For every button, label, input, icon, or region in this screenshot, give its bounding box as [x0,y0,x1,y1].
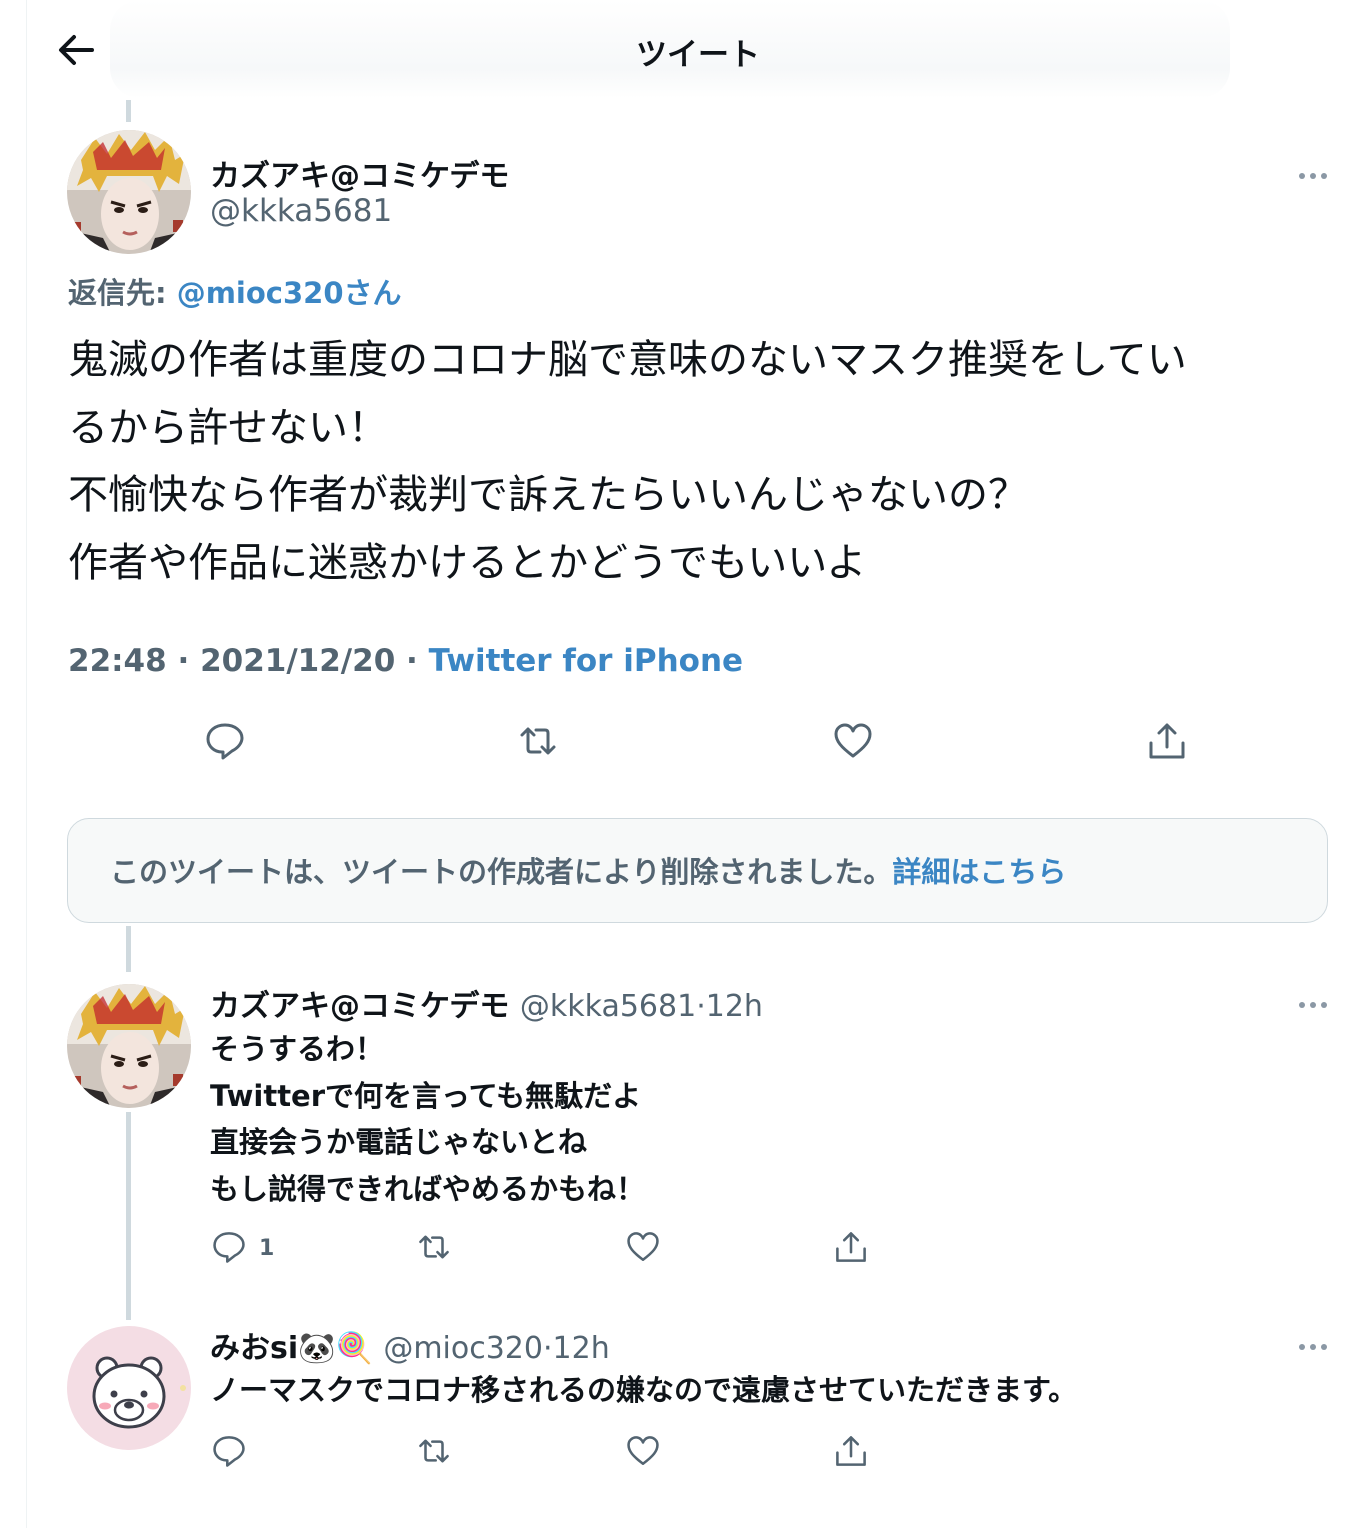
reply-author-line: みおsi🐼🍭 @mioc320·12h [210,1323,610,1367]
tweet-source[interactable]: Twitter for iPhone [429,643,743,679]
reply-text: ノーマスクでコロナ移されるの嫌なので遠慮させていただきます。 [210,1367,1077,1414]
avatar[interactable] [67,1326,191,1450]
thread-line [126,1112,131,1320]
tweet-date[interactable]: 2021/12/20 [200,643,395,679]
separator: · [395,643,429,679]
reply-text: そうするわ！ Twitterで何を言っても無駄だよ 直接会うか電話じゃないとね … [210,1026,645,1212]
separator: · [166,643,201,679]
more-icon[interactable] [1298,166,1328,179]
tweet-age[interactable]: 12h [706,989,763,1024]
tweet-age[interactable]: 12h [553,1331,610,1366]
author-name[interactable]: みおsi [210,1331,298,1366]
emoji-decoration: 🐼🍭 [298,1331,373,1366]
avatar[interactable] [67,130,191,254]
separator: · [696,989,706,1024]
reply-icon[interactable] [212,1230,246,1264]
share-icon[interactable] [834,1230,868,1264]
avatar[interactable] [67,984,191,1108]
like-icon[interactable] [626,1434,660,1468]
reply-icon[interactable] [205,721,245,761]
author-handle[interactable]: @kkka5681 [210,193,392,229]
top-bar: ツイート [0,0,1370,100]
back-arrow-icon[interactable] [56,28,96,72]
deleted-tweet-notice: このツイートは、ツイートの作成者により削除されました。詳細はこちら [67,818,1328,923]
deleted-notice-text: このツイートは、ツイートの作成者により削除されました。 [110,855,893,889]
thread-line [126,926,131,972]
author-handle[interactable]: @mioc320 [383,1331,543,1366]
tweet-line: 作者や作品に迷惑かけるとかどうでもいいよ [68,539,867,586]
learn-more-link[interactable]: 詳細はこちら [892,855,1066,889]
tweet-line: るから許せない！ [68,404,388,451]
page-edge [26,0,27,1528]
tweet-time[interactable]: 22:48 [68,643,167,679]
retweet-icon[interactable] [518,721,558,761]
tweet-meta: 22:48 · 2021/12/20 · Twitter for iPhone [68,643,743,679]
replying-to: 返信先: @mioc320さん [68,270,402,312]
tweet-line: 鬼滅の作者は重度のコロナ脳で意味のないマスク推奨をしてい [68,337,1187,383]
tweet-line: Twitterで何を言っても無駄だよ [210,1078,642,1113]
reply-icon[interactable] [212,1434,246,1468]
tweet-text: 鬼滅の作者は重度のコロナ脳で意味のないマスク推奨をしてい るから許せない！ 不愉… [68,327,1348,597]
like-icon[interactable] [626,1230,660,1264]
tweet-line: ノーマスクでコロナ移されるの嫌なので遠慮させていただきます。 [210,1373,1078,1407]
replying-to-label: 返信先: [68,276,177,310]
share-icon[interactable] [834,1434,868,1468]
page-title: ツイート [636,37,760,73]
tweet-line: もし説得できればやめるかもね！ [210,1171,646,1206]
author-name[interactable]: カズアキ@コミケデモ [210,989,509,1024]
separator: · [542,1331,553,1366]
share-icon[interactable] [1147,721,1187,761]
reply-author-line: カズアキ@コミケデモ @kkka5681·12h [210,981,763,1025]
author-name[interactable]: カズアキ@コミケデモ [210,151,509,195]
tweet-line: そうするわ！ [210,1032,385,1066]
tweet-line: 不愉快なら作者が裁判で訴えたらいいんじゃないの？ [68,472,1028,518]
reply-count: 1 [259,1236,275,1261]
more-icon[interactable] [1298,995,1328,1008]
thread-line [126,100,131,122]
replying-to-link[interactable]: @mioc320さん [177,276,402,310]
retweet-icon[interactable] [417,1434,451,1468]
like-icon[interactable] [833,721,873,761]
more-icon[interactable] [1298,1337,1328,1350]
retweet-icon[interactable] [417,1230,451,1264]
author-handle[interactable]: @kkka5681 [520,989,696,1024]
tweet-line: 直接会うか電話じゃないとね [210,1125,588,1159]
